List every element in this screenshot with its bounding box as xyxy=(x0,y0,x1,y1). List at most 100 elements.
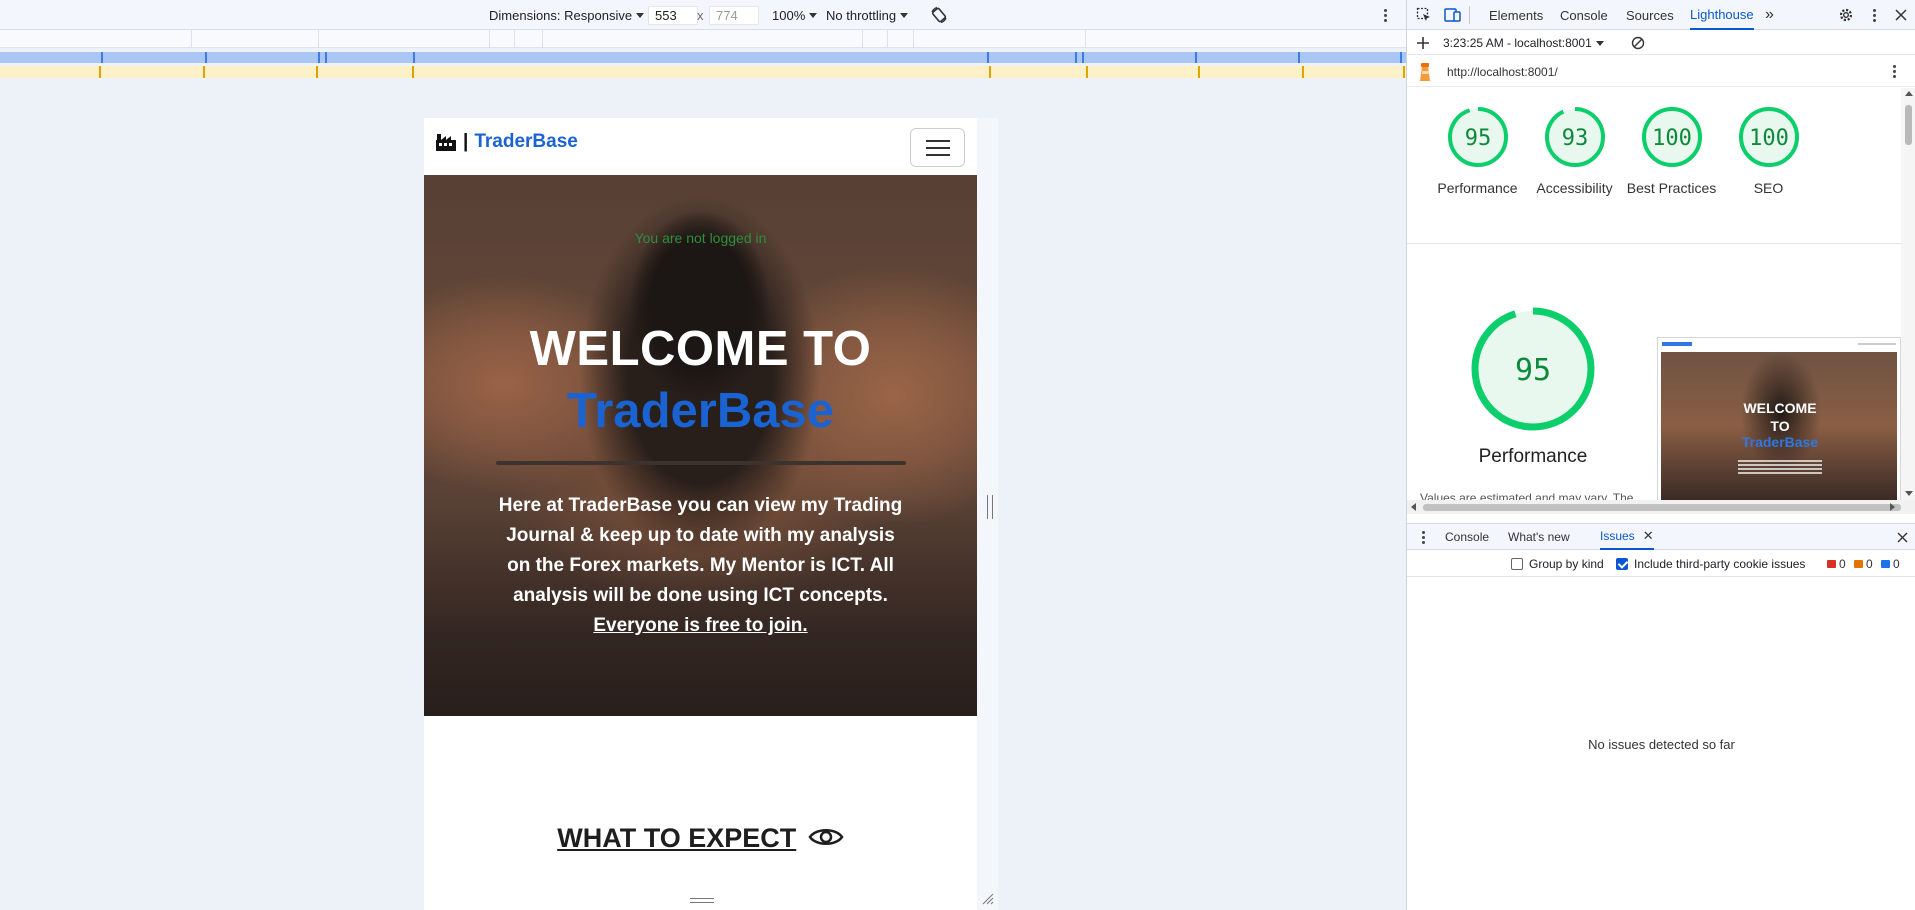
performance-note: Values are estimated and may vary. The xyxy=(1420,491,1634,500)
score-gauge-seo[interactable]: 100 SEO xyxy=(1720,104,1817,198)
devtools-menu-icon[interactable] xyxy=(1873,9,1876,12)
clear-reports-icon[interactable] xyxy=(1631,36,1645,50)
performance-gauge-large[interactable]: 95 Performance xyxy=(1463,304,1603,468)
tab-lighthouse[interactable]: Lighthouse xyxy=(1690,0,1754,30)
score-gauge-best-practices[interactable]: 100 Best Practices xyxy=(1623,104,1720,198)
performance-score-large: 95 xyxy=(1515,353,1551,388)
score-gauge-performance[interactable]: 95 Performance xyxy=(1429,104,1526,198)
viewport-gutter xyxy=(977,118,998,910)
report-url-bar: http://localhost:8001/ xyxy=(1407,56,1915,87)
join-link[interactable]: Everyone is free to join. xyxy=(593,615,807,636)
report-divider xyxy=(1407,243,1901,244)
zoom-dropdown[interactable]: 100% xyxy=(772,0,818,30)
lighthouse-icon xyxy=(1420,63,1430,81)
report-vertical-scrollbar[interactable] xyxy=(1901,88,1915,500)
navbar-toggler-button[interactable] xyxy=(910,128,965,167)
what-to-expect-label: WHAT TO EXPECT xyxy=(557,823,797,853)
thumbnail-title-2: TO xyxy=(1770,418,1790,434)
hero-paragraph: Here at TraderBase you can view my Tradi… xyxy=(494,491,907,641)
drawer-tab-whats-new[interactable]: What's new xyxy=(1508,524,1570,550)
group-by-kind-checkbox[interactable]: Group by kind xyxy=(1511,550,1604,577)
third-party-cookie-checkbox[interactable]: Include third-party cookie issues xyxy=(1616,550,1805,577)
drawer-tab-issues-label: Issues xyxy=(1600,529,1635,543)
drawer-tab-issues[interactable]: Issues ✕ xyxy=(1600,524,1654,550)
media-query-bar-max-width[interactable] xyxy=(0,52,1406,63)
times-symbol: x xyxy=(697,7,704,23)
thumbnail-title-3: TraderBase xyxy=(1741,434,1819,450)
info-count: 0 xyxy=(1881,550,1900,577)
throttling-label: No throttling xyxy=(826,7,897,23)
zoom-label: 100% xyxy=(772,7,806,23)
chevron-down-icon xyxy=(636,12,645,18)
resize-handle-icon[interactable] xyxy=(987,495,993,519)
hamburger-icon xyxy=(926,140,950,142)
drawer-tab-console[interactable]: Console xyxy=(1445,524,1489,550)
thumbnail-title-1: WELCOME xyxy=(1743,400,1817,416)
inspect-element-icon[interactable] xyxy=(1416,7,1432,23)
settings-gear-icon[interactable] xyxy=(1838,7,1854,23)
site-navbar: | TraderBase xyxy=(424,118,977,175)
lighthouse-report: 95 Performance 93 Accessibility 100 Best Prac… xyxy=(1407,88,1901,500)
more-tabs-icon[interactable]: » xyxy=(1765,0,1774,30)
vertical-scroll-thumb[interactable] xyxy=(1905,105,1912,145)
score-label: Performance xyxy=(1437,180,1518,196)
eye-icon xyxy=(808,829,844,845)
tab-elements[interactable]: Elements xyxy=(1489,0,1543,30)
resize-corner-icon[interactable] xyxy=(981,892,995,906)
report-selector-label: 3:23:25 AM - localhost:8001 xyxy=(1443,36,1592,50)
score-gauge-accessibility[interactable]: 93 Accessibility xyxy=(1526,104,1623,198)
login-status: You are not logged in xyxy=(634,230,767,246)
issues-toolbar: Group by kind Include third-party cookie… xyxy=(1407,550,1915,577)
navbar-brand[interactable]: | TraderBase xyxy=(435,131,578,153)
scroll-up-icon[interactable] xyxy=(1905,91,1913,96)
info-badge-icon xyxy=(1881,559,1890,568)
hero-brand-heading: TraderBase xyxy=(567,384,834,438)
performance-label-large: Performance xyxy=(1478,446,1588,467)
width-input[interactable]: 553 xyxy=(648,6,698,25)
score-label: Accessibility xyxy=(1536,180,1613,196)
what-to-expect-heading: WHAT TO EXPECT xyxy=(424,823,977,854)
ruler xyxy=(0,30,1406,48)
chevron-down-icon xyxy=(900,12,909,18)
device-toolbar-icon[interactable] xyxy=(1444,7,1461,23)
chevron-down-icon xyxy=(1595,40,1604,46)
score-label: Best Practices xyxy=(1626,180,1717,196)
scroll-right-icon[interactable] xyxy=(1890,503,1895,511)
brand-name: TraderBase xyxy=(474,131,578,152)
rotate-icon[interactable] xyxy=(930,0,948,30)
hero-heading: WELCOME TO xyxy=(529,322,872,376)
resize-handle-bottom-icon[interactable] xyxy=(690,898,714,903)
error-count: 0 xyxy=(1827,550,1846,577)
score-value: 93 xyxy=(1561,126,1588,151)
drawer-menu-icon[interactable] xyxy=(1422,531,1425,534)
more-options-icon[interactable] xyxy=(1384,9,1387,12)
dimensions-label: Dimensions: Responsive xyxy=(489,7,633,23)
device-toolbar: Dimensions: Responsive 553 x 774 100% No… xyxy=(0,0,1406,30)
horizontal-scroll-thumb[interactable] xyxy=(1423,504,1901,511)
report-menu-icon[interactable] xyxy=(1893,65,1896,68)
score-label: SEO xyxy=(1753,180,1784,196)
hero-body-text: Here at TraderBase you can view my Tradi… xyxy=(498,495,903,606)
height-input[interactable]: 774 xyxy=(709,6,759,25)
scroll-left-icon[interactable] xyxy=(1411,503,1416,511)
close-tab-icon[interactable]: ✕ xyxy=(1643,528,1654,544)
close-drawer-icon[interactable] xyxy=(1897,532,1908,543)
error-badge-icon xyxy=(1827,559,1836,568)
close-devtools-icon[interactable] xyxy=(1895,9,1907,21)
dimensions-dropdown[interactable]: Dimensions: Responsive xyxy=(489,0,645,30)
tab-sources[interactable]: Sources xyxy=(1626,0,1674,30)
devtools-tab-bar: Elements Console Sources Lighthouse » xyxy=(1407,0,1915,30)
score-value: 100 xyxy=(1652,126,1692,151)
new-report-plus-icon[interactable] xyxy=(1416,36,1430,50)
final-screenshot-thumbnail[interactable]: WELCOME TO TraderBase xyxy=(1657,337,1901,500)
scroll-down-icon[interactable] xyxy=(1905,491,1913,496)
tab-console[interactable]: Console xyxy=(1560,0,1608,30)
checkbox-checked-icon xyxy=(1616,557,1628,570)
lighthouse-toolbar: 3:23:25 AM - localhost:8001 xyxy=(1407,31,1915,55)
chevron-down-icon xyxy=(809,12,818,18)
score-value: 95 xyxy=(1464,126,1491,151)
report-selector[interactable]: 3:23:25 AM - localhost:8001 xyxy=(1443,31,1604,55)
media-query-bar-min-width[interactable] xyxy=(0,66,1406,78)
report-horizontal-scrollbar[interactable] xyxy=(1407,500,1915,514)
throttling-dropdown[interactable]: No throttling xyxy=(826,0,909,30)
